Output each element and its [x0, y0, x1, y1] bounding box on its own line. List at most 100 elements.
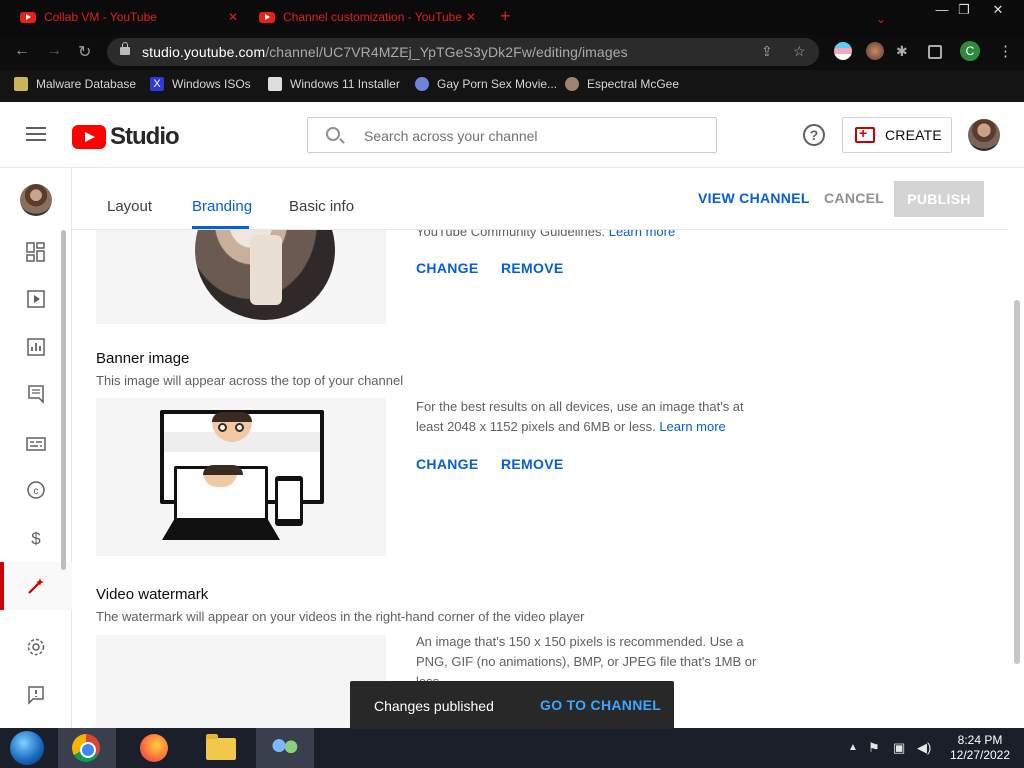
banner-change-button[interactable]: CHANGE — [416, 456, 478, 472]
browser-menu-icon[interactable]: ⋮ — [998, 42, 1013, 60]
picture-help-text: YouTube Community Guidelines. Learn more — [416, 230, 675, 242]
channel-avatar[interactable] — [20, 184, 52, 216]
banner-section-title: Banner image — [96, 350, 190, 367]
comments-icon — [28, 385, 44, 404]
taskbar-clock[interactable]: 8:24 PM 12/27/2022 — [940, 733, 1020, 763]
banner-section-description: This image will appear across the top of… — [96, 373, 404, 388]
malware-icon — [14, 77, 28, 91]
reload-icon[interactable]: ↻ — [78, 42, 91, 62]
banner-remove-button[interactable]: REMOVE — [501, 456, 563, 472]
go-to-channel-button[interactable]: GO TO CHANNEL — [540, 697, 661, 713]
customization-tab-bar: Layout Branding Basic info VIEW CHANNEL … — [72, 168, 1008, 230]
taskbar-people[interactable] — [256, 728, 314, 768]
close-tab-icon[interactable]: ✕ — [228, 4, 238, 30]
show-hidden-icons-icon[interactable]: ▲ — [848, 742, 858, 753]
folder-icon — [206, 734, 236, 760]
start-button[interactable] — [10, 731, 44, 765]
url-domain: studio.youtube.com — [142, 44, 266, 60]
channel-search[interactable] — [307, 117, 717, 153]
tab-title: Channel customization - YouTube — [283, 10, 463, 24]
youtube-logo-icon — [72, 125, 106, 149]
studio-header: Studio ? CREATE — [0, 102, 1024, 168]
earn-icon: $ — [31, 529, 41, 548]
banner-learn-more-link[interactable]: Learn more — [659, 419, 725, 434]
close-window-icon[interactable]: ✕ — [982, 0, 1014, 22]
menu-icon[interactable] — [26, 127, 46, 141]
banner-help-text: For the best results on all devices, use… — [416, 397, 756, 437]
help-icon[interactable]: ? — [803, 124, 825, 146]
picture-remove-button[interactable]: REMOVE — [501, 260, 563, 276]
browser-tab-collab-vm[interactable]: Collab VM - YouTube — [20, 4, 157, 30]
branding-content: YouTube Community Guidelines. Learn more… — [72, 230, 1008, 728]
extensions-puzzle-icon[interactable]: ✱ — [896, 43, 914, 61]
account-avatar[interactable] — [968, 119, 1000, 151]
copyright-icon: c — [27, 481, 45, 499]
settings-icon — [27, 638, 45, 656]
back-icon[interactable]: ← — [14, 42, 30, 60]
studio-logo[interactable]: Studio — [72, 123, 180, 151]
cancel-button[interactable]: CANCEL — [824, 190, 884, 206]
search-input[interactable] — [364, 126, 694, 146]
network-icon[interactable]: ▣ — [893, 740, 905, 756]
share-icon[interactable]: ⇪ — [761, 43, 773, 60]
bookmark-label: Gay Porn Sex Movie... — [437, 77, 558, 91]
extension-flag-icon[interactable] — [834, 42, 852, 60]
tab-branding[interactable]: Branding — [192, 198, 252, 215]
laptop-preview — [174, 465, 268, 522]
active-tab-indicator — [192, 226, 249, 229]
volume-icon[interactable]: ◀) — [917, 740, 931, 756]
clock-time: 8:24 PM — [957, 733, 1003, 747]
omnibox[interactable]: studio.youtube.com/channel/UC7VR4MZEj_Yp… — [107, 38, 819, 66]
taskbar-firefox[interactable] — [124, 728, 182, 768]
analytics-icon — [27, 338, 45, 356]
bookmark-star-icon[interactable]: ☆ — [793, 43, 806, 60]
tab-layout[interactable]: Layout — [107, 198, 152, 215]
close-tab-icon[interactable]: ✕ — [466, 4, 476, 30]
site-icon — [565, 77, 579, 91]
bookmark-site[interactable]: Gay Porn Sex Movie... — [415, 77, 557, 91]
bookmark-label: Espectral McGee — [587, 77, 680, 91]
forward-icon[interactable]: → — [46, 42, 62, 60]
picture-learn-more-link[interactable]: Learn more — [609, 230, 675, 239]
create-button[interactable]: CREATE — [842, 117, 952, 153]
bookmark-espectral-mcgee[interactable]: Espectral McGee — [565, 77, 679, 91]
bookmark-windows-11-installer[interactable]: Windows 11 Installer — [268, 77, 400, 91]
new-tab-button[interactable]: + — [500, 6, 511, 27]
side-panel-icon[interactable] — [928, 45, 942, 59]
youtube-icon — [20, 11, 36, 23]
youtube-icon — [259, 11, 275, 23]
clock-date: 12/27/2022 — [949, 748, 1011, 762]
firefox-icon — [140, 734, 168, 762]
chrome-icon — [72, 734, 100, 762]
create-label: CREATE — [885, 127, 942, 143]
restore-icon[interactable]: ❐ — [948, 0, 980, 22]
bookmark-label: Windows 11 Installer — [290, 77, 400, 91]
sidebar-item-feedback[interactable] — [0, 671, 72, 719]
create-video-icon — [855, 125, 875, 143]
taskbar-file-explorer[interactable] — [192, 728, 250, 768]
taskbar-chrome[interactable] — [58, 728, 116, 768]
left-sidebar: c $ — [0, 168, 72, 728]
bookmark-windows-isos[interactable]: X Windows ISOs — [150, 77, 251, 91]
bookmark-malware-database[interactable]: Malware Database — [14, 77, 136, 91]
page-scrollbar[interactable] — [1014, 300, 1020, 664]
view-channel-button[interactable]: VIEW CHANNEL — [698, 190, 810, 206]
svg-text:c: c — [34, 486, 39, 497]
subtitles-icon — [26, 437, 46, 451]
guidelines-text: YouTube Community Guidelines. — [416, 230, 606, 239]
tab-basic-info[interactable]: Basic info — [289, 198, 354, 215]
extension-avatar-icon[interactable] — [866, 42, 884, 60]
sidebar-item-settings[interactable] — [0, 623, 72, 671]
picture-change-button[interactable]: CHANGE — [416, 260, 478, 276]
banner-face — [203, 465, 243, 487]
browser-tab-strip: Collab VM - YouTube ✕ Channel customizat… — [0, 0, 1024, 34]
action-center-flag-icon[interactable]: ⚑ — [868, 740, 880, 756]
browser-tab-channel-customization[interactable]: Channel customization - YouTube — [259, 4, 462, 30]
bookmark-label: Malware Database — [36, 77, 137, 91]
profile-avatar[interactable]: C — [960, 41, 980, 61]
sidebar-scrollbar[interactable] — [61, 230, 66, 570]
publish-button[interactable]: PUBLISH — [894, 181, 984, 217]
tab-search-icon[interactable]: ⌄ — [876, 6, 886, 32]
bookmark-label: Windows ISOs — [172, 77, 251, 91]
phone-preview — [275, 476, 303, 526]
